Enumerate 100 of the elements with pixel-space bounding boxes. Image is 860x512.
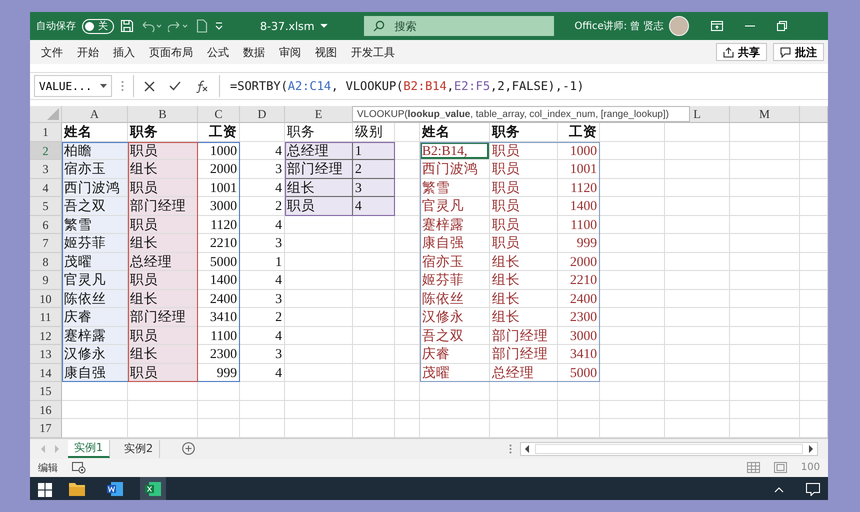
spreadsheet-app-button[interactable] (140, 476, 166, 500)
empty-cell (800, 308, 828, 326)
column-header[interactable]: A (62, 106, 128, 123)
name-box[interactable]: VALUE... (34, 75, 112, 97)
empty-cell (558, 382, 600, 400)
chevron-up-icon[interactable] (774, 486, 784, 492)
cancel-icon[interactable] (144, 80, 155, 92)
row-header[interactable]: 13 (30, 345, 62, 364)
macro-record-icon[interactable] (72, 462, 86, 474)
empty-cell (490, 400, 558, 419)
empty-cell (353, 271, 395, 290)
horizontal-scrollbar[interactable] (520, 442, 818, 456)
empty-cell (800, 252, 828, 271)
splitter-icon[interactable] (509, 444, 512, 454)
sheet-tab[interactable]: 实例1 (68, 440, 110, 458)
customize-caret-icon[interactable] (214, 21, 224, 31)
folder-icon (69, 482, 85, 496)
scrollbar-thumb[interactable] (535, 444, 803, 454)
ribbon-tab[interactable]: 数据 (236, 44, 272, 60)
empty-cell (730, 364, 800, 382)
row-header[interactable]: 12 (30, 326, 62, 345)
row-header[interactable]: 14 (30, 364, 62, 382)
row-header[interactable]: 11 (30, 308, 62, 326)
row-header[interactable]: 17 (30, 419, 62, 438)
row-header[interactable]: 2 (30, 142, 62, 160)
row-header[interactable]: 1 (30, 123, 62, 142)
column-header-cell: 工资 (558, 123, 600, 142)
table-cell: 3 (240, 290, 285, 308)
notification-icon[interactable] (806, 483, 820, 496)
row-header[interactable]: 9 (30, 271, 62, 290)
sheet-tab[interactable]: 实例2 (118, 440, 160, 458)
table-cell: 康自强 (420, 234, 490, 252)
table-cell: 3410 (198, 308, 240, 326)
ribbon-tab[interactable]: 公式 (200, 44, 236, 60)
row-header[interactable]: 8 (30, 252, 62, 271)
drag-handle-icon[interactable] (121, 80, 124, 92)
empty-cell (730, 308, 800, 326)
table-cell: 5000 (198, 252, 240, 271)
empty-cell (665, 234, 730, 252)
undo-icon[interactable] (140, 20, 162, 32)
restore-icon[interactable] (777, 21, 788, 31)
ribbon-tab[interactable]: 审阅 (272, 44, 308, 60)
empty-cell (395, 308, 420, 326)
column-header[interactable]: C (198, 106, 240, 123)
column-header[interactable]: D (240, 106, 285, 123)
share-button[interactable]: 共享 (716, 43, 767, 61)
windows-start-icon[interactable] (38, 482, 52, 496)
autosave-toggle[interactable]: 关 (82, 18, 114, 34)
empty-cell (730, 160, 800, 178)
row-header[interactable]: 5 (30, 197, 62, 216)
column-header[interactable]: E (285, 106, 353, 123)
row-header[interactable]: 7 (30, 234, 62, 252)
empty-cell (395, 252, 420, 271)
table-cell: 官灵凡 (62, 271, 128, 290)
ribbon-tab[interactable]: 开发工具 (344, 44, 402, 60)
file-name[interactable]: 8-37.xlsm (260, 20, 314, 32)
checkmark-icon[interactable] (169, 81, 181, 91)
empty-cell (353, 234, 395, 252)
redo-icon[interactable] (168, 20, 190, 32)
ribbon-tab[interactable]: 开始 (70, 44, 106, 60)
empty-cell (665, 326, 730, 345)
normal-view-icon[interactable] (746, 462, 760, 473)
scroll-left-icon[interactable] (524, 444, 530, 452)
ribbon-tab[interactable]: 文件 (34, 44, 70, 60)
table-cell: 2000 (198, 160, 240, 178)
empty-cell (600, 216, 665, 234)
caret-icon[interactable] (320, 23, 328, 29)
table-cell: 1400 (198, 271, 240, 290)
minimize-icon[interactable] (745, 25, 756, 27)
ribbon-tab[interactable]: 视图 (308, 44, 344, 60)
table-cell: 职员 (490, 178, 558, 197)
table-cell: 3000 (558, 326, 600, 345)
column-header[interactable]: B (128, 106, 198, 123)
function-icon[interactable] (195, 80, 209, 92)
comments-button[interactable]: 批注 (773, 43, 824, 61)
search-field[interactable]: 搜索 (364, 16, 554, 36)
empty-cell (395, 326, 420, 345)
ribbon-tab[interactable]: 插入 (106, 44, 142, 60)
row-header[interactable]: 16 (30, 400, 62, 419)
empty-cell (730, 290, 800, 308)
ribbon-tab[interactable]: 页面布局 (142, 44, 200, 60)
row-header[interactable]: 3 (30, 160, 62, 178)
scroll-right-icon[interactable] (808, 444, 814, 452)
add-sheet-icon[interactable] (182, 442, 195, 455)
table-cell: 职员 (128, 178, 198, 197)
column-header[interactable]: M (730, 106, 800, 123)
page-layout-icon[interactable] (774, 462, 787, 473)
row-header[interactable]: 10 (30, 290, 62, 308)
empty-cell (730, 252, 800, 271)
formula-input[interactable]: =SORTBY(A2:C14, VLOOKUP(B2:B14,E2:F5,2,FALSE),-1) (220, 79, 584, 93)
empty-cell (800, 326, 828, 345)
row-header[interactable]: 15 (30, 382, 62, 400)
avatar[interactable] (669, 16, 690, 36)
row-header[interactable]: 6 (30, 216, 62, 234)
save-icon[interactable] (120, 19, 134, 33)
new-file-icon[interactable] (196, 19, 208, 33)
ribbon-display-icon[interactable] (711, 21, 724, 31)
table-cell: 4 (240, 326, 285, 345)
row-header[interactable]: 4 (30, 178, 62, 197)
table-cell: 庆睿 (420, 345, 490, 364)
